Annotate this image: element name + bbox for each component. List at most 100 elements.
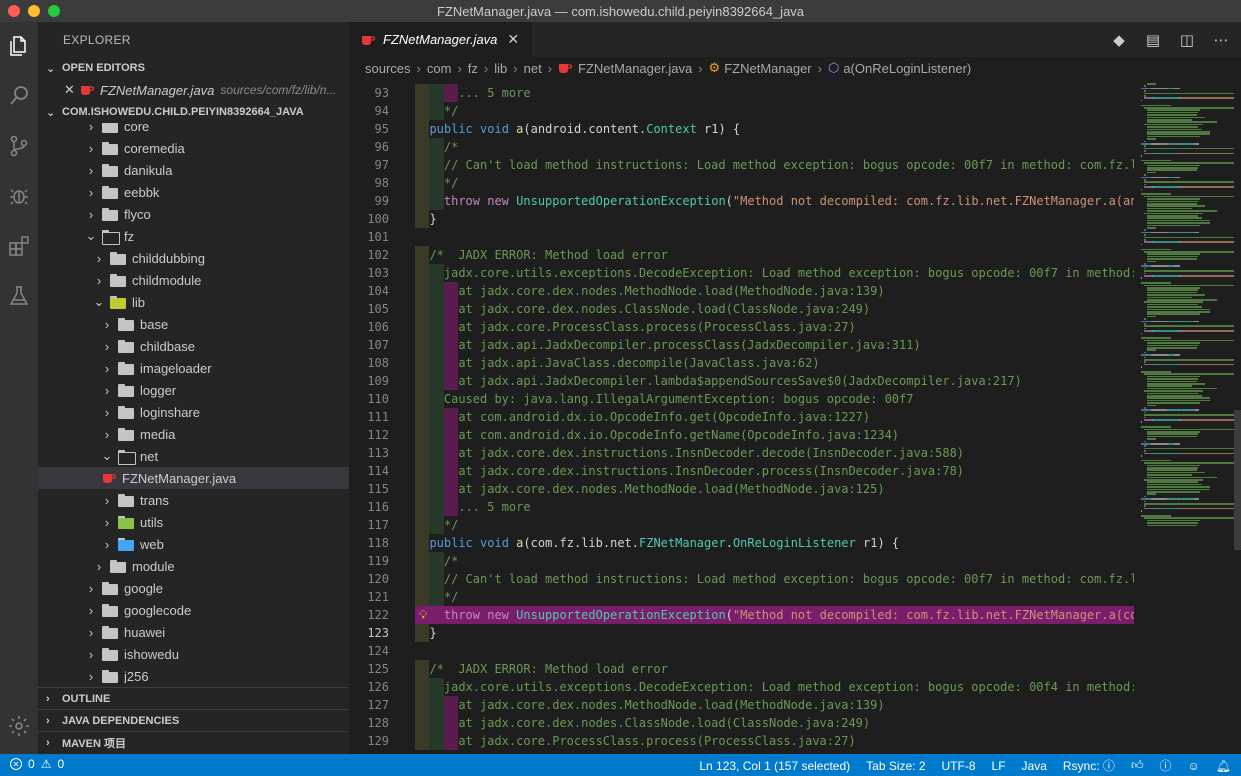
sidebar-section-1[interactable]: › JAVA DEPENDENCIES: [38, 709, 349, 731]
code-line[interactable]: 99 throw new UnsupportedOperationExceptio…: [349, 192, 1134, 210]
breadcrumb-item[interactable]: a(OnReLoginListener): [843, 61, 971, 76]
tree-folder-item[interactable]: › trans: [38, 489, 349, 511]
code-line[interactable]: 117 */: [349, 516, 1134, 534]
breadcrumb-item[interactable]: lib: [494, 61, 507, 76]
code-line[interactable]: 116 ... 5 more: [349, 498, 1134, 516]
code-line[interactable]: 121 */: [349, 588, 1134, 606]
code-line[interactable]: 124: [349, 642, 1134, 660]
code-line[interactable]: 120 // Can't load method instructions: Lo…: [349, 570, 1134, 588]
code-line[interactable]: 105 at jadx.core.dex.nodes.ClassNode.load…: [349, 300, 1134, 318]
breadcrumb-item[interactable]: com: [427, 61, 452, 76]
code-line[interactable]: 127 at jadx.core.dex.nodes.MethodNode.loa…: [349, 696, 1134, 714]
tree-folder-item[interactable]: › childmodule: [38, 269, 349, 291]
more-actions-icon[interactable]: ⋯: [1211, 30, 1231, 50]
code-line[interactable]: 106 at jadx.core.ProcessClass.process(Pro…: [349, 318, 1134, 336]
tree-folder-item[interactable]: › googlecode: [38, 599, 349, 621]
code-line[interactable]: 93 ... 5 more: [349, 84, 1134, 102]
tree-folder-item[interactable]: › ishowedu: [38, 643, 349, 665]
tree-file-item[interactable]: FZNetManager.java: [38, 467, 349, 489]
tree-folder-item[interactable]: › danikula: [38, 159, 349, 181]
code-line[interactable]: 103 jadx.core.utils.exceptions.DecodeExce…: [349, 264, 1134, 282]
tab-fznetmanager[interactable]: FZNetManager.java ✕: [349, 22, 532, 57]
editor-scrollbar[interactable]: [1234, 410, 1241, 550]
code-line[interactable]: 129 at jadx.core.ProcessClass.process(Pro…: [349, 732, 1134, 750]
code-line[interactable]: 122 💡︎ throw new UnsupportedOperationExcep…: [349, 606, 1134, 624]
end-of-line[interactable]: LF: [992, 759, 1006, 773]
code-line[interactable]: 112 at com.android.dx.io.OpcodeInfo.getNa…: [349, 426, 1134, 444]
code-line[interactable]: 95 public void a(android.content.Context …: [349, 120, 1134, 138]
code-line[interactable]: 102 /* JADX ERROR: Method load error: [349, 246, 1134, 264]
code-line[interactable]: 107 at jadx.api.JadxDecompiler.processCla…: [349, 336, 1134, 354]
tree-folder-item[interactable]: › web: [38, 533, 349, 555]
thumbs-up-icon[interactable]: 👍︎: [1131, 758, 1144, 773]
tree-folder-item[interactable]: › core: [38, 123, 349, 137]
minimize-window-button[interactable]: [28, 5, 40, 17]
tree-folder-item[interactable]: › childbase: [38, 335, 349, 357]
test-icon[interactable]: [7, 284, 31, 308]
code-line[interactable]: 115 at jadx.core.dex.nodes.MethodNode.loa…: [349, 480, 1134, 498]
code-line[interactable]: 101: [349, 228, 1134, 246]
open-editors-section[interactable]: ⌄ OPEN EDITORS: [38, 57, 349, 79]
close-icon[interactable]: ✕: [507, 31, 519, 48]
tree-folder-item[interactable]: › base: [38, 313, 349, 335]
code-line[interactable]: 123}: [349, 624, 1134, 642]
cursor-position[interactable]: Ln 123, Col 1 (157 selected): [699, 759, 850, 773]
code-editor[interactable]: 93 ... 5 more 94 */ 95 public void a(android.…: [349, 79, 1134, 754]
code-line[interactable]: 98 */: [349, 174, 1134, 192]
tree-folder-item[interactable]: ⌄ net: [38, 445, 349, 467]
close-icon[interactable]: ✕: [64, 82, 78, 98]
tree-folder-item[interactable]: › loginshare: [38, 401, 349, 423]
tree-folder-item[interactable]: ⌄ fz: [38, 225, 349, 247]
tree-folder-item[interactable]: › eebbk: [38, 181, 349, 203]
info-icon[interactable]: ⓘ: [1159, 757, 1171, 774]
rsync-status[interactable]: Rsync: ⓘ: [1063, 757, 1115, 774]
open-editor-item[interactable]: ✕ FZNetManager.java sources/com/fz/lib/n…: [38, 79, 349, 101]
encoding[interactable]: UTF-8: [942, 759, 976, 773]
tree-folder-item[interactable]: › logger: [38, 379, 349, 401]
code-line[interactable]: 118 public void a(com.fz.lib.net.FZNetMan…: [349, 534, 1134, 552]
tree-folder-item[interactable]: › huawei: [38, 621, 349, 643]
code-line[interactable]: 114 at jadx.core.dex.instructions.InsnDec…: [349, 462, 1134, 480]
problems-indicator[interactable]: ✕ 0 ⚠ 0: [10, 757, 64, 771]
code-line[interactable]: 108 at jadx.api.JavaClass.decompile(JavaC…: [349, 354, 1134, 372]
source-control-icon[interactable]: [7, 134, 31, 158]
code-line[interactable]: 104 at jadx.core.dex.nodes.MethodNode.loa…: [349, 282, 1134, 300]
breadcrumb-item[interactable]: fz: [468, 61, 478, 76]
tree-folder-item[interactable]: › utils: [38, 511, 349, 533]
debug-icon[interactable]: [7, 184, 31, 208]
sidebar-section-0[interactable]: › OUTLINE: [38, 687, 349, 709]
breadcrumb-item[interactable]: net: [524, 61, 542, 76]
minimap[interactable]: [1134, 79, 1241, 754]
code-line[interactable]: 126 jadx.core.utils.exceptions.DecodeExce…: [349, 678, 1134, 696]
close-window-button[interactable]: [8, 5, 20, 17]
tree-folder-item[interactable]: › coremedia: [38, 137, 349, 159]
split-editor-icon[interactable]: ◫: [1177, 30, 1197, 50]
code-line[interactable]: 109 at jadx.api.JadxDecompiler.lambda$app…: [349, 372, 1134, 390]
open-preview-icon[interactable]: ▤: [1143, 30, 1163, 50]
breadcrumb-item[interactable]: FZNetManager.java: [578, 61, 692, 76]
language-mode[interactable]: Java: [1022, 759, 1047, 773]
lightbulb-icon[interactable]: 💡︎: [419, 606, 427, 624]
bell-icon[interactable]: 🔔︎: [1216, 759, 1231, 773]
code-line[interactable]: 100}: [349, 210, 1134, 228]
code-line[interactable]: 128 at jadx.core.dex.nodes.ClassNode.load…: [349, 714, 1134, 732]
code-line[interactable]: 113 at jadx.core.dex.instructions.InsnDec…: [349, 444, 1134, 462]
tree-folder-item[interactable]: › j256: [38, 665, 349, 684]
tree-folder-item[interactable]: › google: [38, 577, 349, 599]
tree-folder-item[interactable]: › imageloader: [38, 357, 349, 379]
git-compare-icon[interactable]: ◆: [1109, 30, 1129, 50]
code-line[interactable]: 110 Caused by: java.lang.IllegalArgumentE…: [349, 390, 1134, 408]
tree-folder-item[interactable]: › flyco: [38, 203, 349, 225]
code-line[interactable]: 96 /*: [349, 138, 1134, 156]
tree-folder-item[interactable]: › media: [38, 423, 349, 445]
sidebar-section-2[interactable]: › MAVEN 项目: [38, 731, 349, 753]
gear-icon[interactable]: [7, 714, 31, 738]
feedback-smiley-icon[interactable]: ☺: [1188, 759, 1200, 773]
code-line[interactable]: 111 at com.android.dx.io.OpcodeInfo.get(O…: [349, 408, 1134, 426]
search-icon[interactable]: [7, 84, 31, 108]
code-line[interactable]: 119 /*: [349, 552, 1134, 570]
code-line[interactable]: 97 // Can't load method instructions: Loa…: [349, 156, 1134, 174]
project-section[interactable]: ⌄ COM.ISHOWEDU.CHILD.PEIYIN8392664_JAVA: [38, 101, 349, 123]
code-line[interactable]: 94 */: [349, 102, 1134, 120]
extensions-icon[interactable]: [7, 234, 31, 258]
